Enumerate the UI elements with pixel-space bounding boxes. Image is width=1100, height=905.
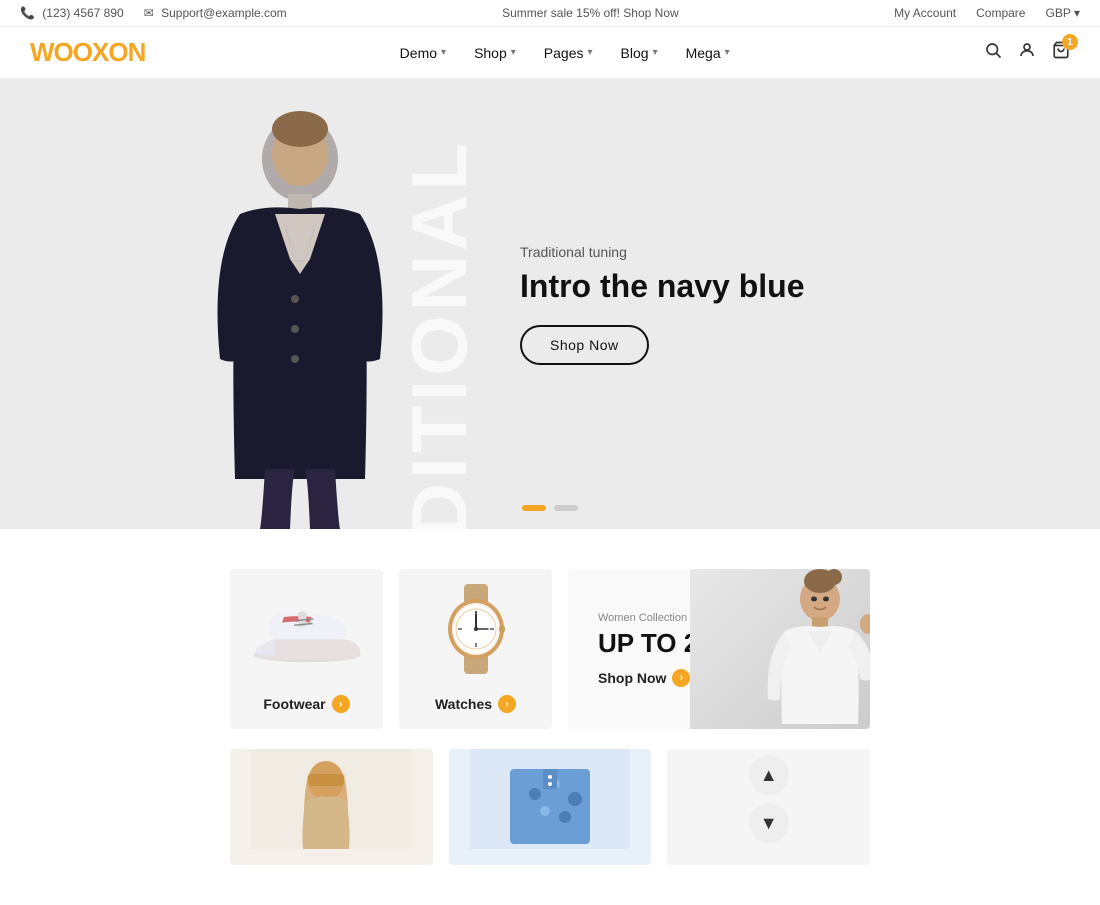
- nav-demo[interactable]: Demo ▾: [400, 45, 446, 61]
- card5-image: [470, 749, 630, 849]
- nav-demo-chevron: ▾: [441, 47, 446, 58]
- nav-mega-chevron: ▾: [725, 47, 730, 58]
- hero-vertical-text: TRADITIONAL: [400, 139, 478, 529]
- my-account-link[interactable]: My Account: [894, 6, 956, 20]
- category-section: Footwear ›: [0, 529, 1100, 749]
- hero-banner: TRADITIONAL Traditional tuning Intro the…: [0, 79, 1100, 529]
- logo-wo: WO: [30, 37, 73, 67]
- logo-xon: XON: [92, 37, 145, 67]
- scroll-up-icon[interactable]: ▲: [749, 755, 789, 795]
- currency-selector[interactable]: GBP ▾: [1045, 6, 1080, 20]
- nav-mega[interactable]: Mega ▾: [686, 45, 730, 61]
- card4-image: [251, 749, 411, 849]
- top-bar: 📞 (123) 4567 890 ✉ Support@example.com S…: [0, 0, 1100, 27]
- header: WOOXON Demo ▾ Shop ▾ Pages ▾ Blog ▾ Mega…: [0, 27, 1100, 79]
- hero-content: Traditional tuning Intro the navy blue S…: [520, 244, 804, 365]
- hero-dot-1[interactable]: [522, 505, 546, 511]
- top-bar-right: My Account Compare GBP ▾: [894, 6, 1080, 20]
- watches-label: Watches ›: [435, 695, 516, 713]
- women-arrow-icon: ›: [672, 669, 690, 687]
- category-card4[interactable]: [230, 749, 433, 865]
- category-women[interactable]: Women Collection UP TO 20% Shop Now ›: [568, 569, 870, 729]
- currency-chevron-icon: ▾: [1074, 6, 1080, 20]
- main-nav: Demo ▾ Shop ▾ Pages ▾ Blog ▾ Mega ▾: [400, 45, 730, 61]
- email-icon: ✉: [144, 6, 154, 20]
- account-icon[interactable]: [1018, 41, 1036, 64]
- category-card5[interactable]: [449, 749, 652, 865]
- logo[interactable]: WOOXON: [30, 37, 145, 68]
- nav-blog-chevron: ▾: [653, 47, 658, 58]
- footwear-label: Footwear ›: [263, 695, 349, 713]
- top-bar-left: 📞 (123) 4567 890 ✉ Support@example.com: [20, 6, 287, 20]
- category-card6[interactable]: ▲ ▼: [667, 749, 870, 865]
- phone-info: 📞 (123) 4567 890: [20, 6, 124, 20]
- nav-pages-chevron: ▾: [588, 47, 593, 58]
- phone-icon: 📞: [20, 6, 35, 20]
- woman-svg: [690, 569, 870, 729]
- sneaker-icon: [247, 592, 367, 667]
- footwear-image: [247, 589, 367, 669]
- watches-arrow-icon: ›: [498, 695, 516, 713]
- cart-count-badge: 1: [1062, 34, 1078, 50]
- nav-blog[interactable]: Blog ▾: [621, 45, 658, 61]
- hero-pagination: [522, 505, 578, 511]
- category-watches[interactable]: Watches ›: [399, 569, 552, 729]
- scroll-down-icon[interactable]: ▼: [749, 803, 789, 843]
- category-footwear[interactable]: Footwear ›: [230, 569, 383, 729]
- nav-shop[interactable]: Shop ▾: [474, 45, 516, 61]
- email-info: ✉ Support@example.com: [144, 6, 287, 20]
- header-icons: 1: [984, 41, 1070, 64]
- footwear-arrow-icon: ›: [332, 695, 350, 713]
- cart-icon[interactable]: 1: [1052, 41, 1070, 64]
- watch-icon: [436, 579, 516, 679]
- email-link[interactable]: Support@example.com: [161, 6, 287, 20]
- promo-bar: Summer sale 15% off! Shop Now: [502, 6, 679, 20]
- women-image: [690, 569, 870, 729]
- hero-title: Intro the navy blue: [520, 268, 804, 305]
- compare-link[interactable]: Compare: [976, 6, 1025, 20]
- hero-dot-2[interactable]: [554, 505, 578, 511]
- nav-pages[interactable]: Pages ▾: [544, 45, 593, 61]
- hero-subtitle: Traditional tuning: [520, 244, 804, 260]
- watches-image: [416, 589, 536, 669]
- logo-ox: O: [73, 37, 92, 67]
- hero-person-svg: [180, 99, 420, 529]
- hero-cta-button[interactable]: Shop Now: [520, 325, 649, 365]
- search-icon[interactable]: [984, 41, 1002, 64]
- category-section-2: ▲ ▼: [0, 749, 1100, 905]
- nav-shop-chevron: ▾: [511, 47, 516, 58]
